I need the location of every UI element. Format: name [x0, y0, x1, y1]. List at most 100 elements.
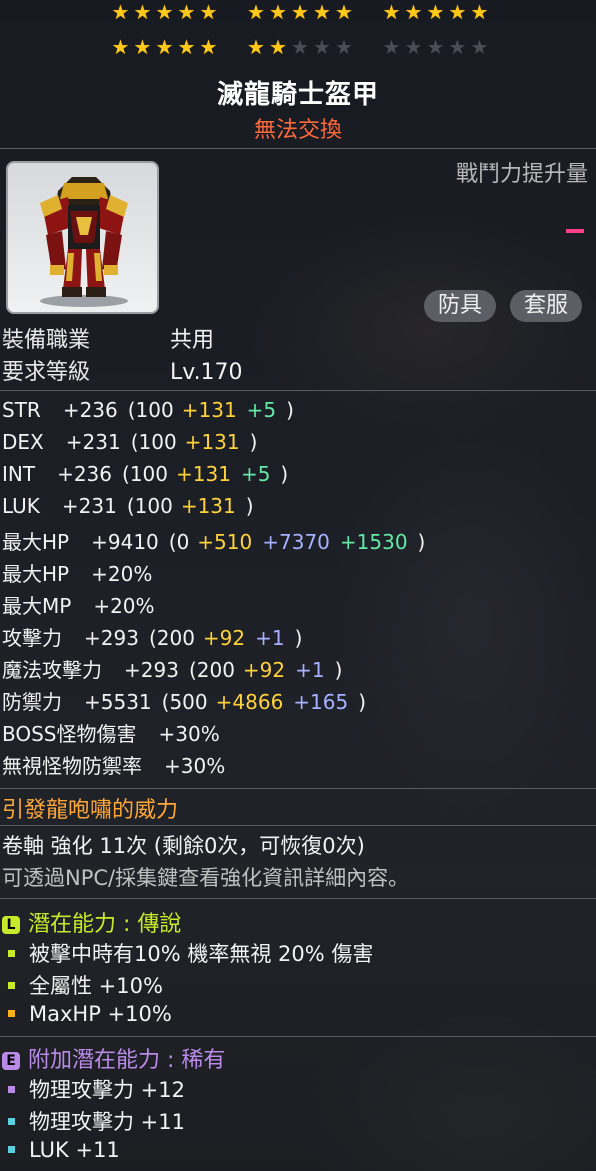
stat-bonus: +131	[184, 430, 240, 454]
stat-total: +231	[61, 494, 117, 518]
stat-bonus: +510	[197, 530, 253, 554]
stat-row: 防禦力 +5531 (500 +4866 +165)	[2, 686, 366, 715]
stat-total: +236	[57, 462, 113, 486]
potential-line: 物理攻擊力 +12	[2, 1074, 185, 1104]
stat-total: +9410	[91, 530, 159, 554]
star-filled-icon: ★	[133, 35, 152, 59]
star-group: ★ ★ ★ ★ ★	[246, 2, 355, 22]
star-empty-icon: ★	[404, 35, 423, 59]
stat-total: +293	[84, 626, 139, 650]
star-filled-icon: ★	[155, 35, 174, 59]
star-filled-icon: ★	[448, 0, 467, 24]
divider	[0, 788, 596, 789]
star-filled-icon: ★	[199, 35, 218, 59]
stat-row: STR +236 (100 +131 +5)	[2, 398, 294, 422]
armor-icon	[40, 177, 128, 307]
star-empty-icon: ★	[382, 35, 401, 59]
stat-name: INT	[2, 462, 36, 486]
stat-upgrade: +7370	[262, 530, 330, 554]
required-job: 裝備職業 共用	[2, 322, 214, 354]
stat-bonus: +4866	[215, 690, 284, 714]
stat-row: 魔法攻擊力 +293 (200 +92 +1)	[2, 654, 342, 683]
item-name: 滅龍騎士盔甲	[216, 80, 379, 110]
stat-name: 最大HP	[2, 530, 70, 554]
stat-row: 最大HP +9410 (0 +510 +7370 +1530)	[2, 526, 425, 555]
stat-row: 最大HP +20%	[2, 558, 162, 587]
additional-potential-header: E 附加潛在能力 : 稀有	[2, 1042, 225, 1074]
stat-close: )	[334, 658, 343, 682]
star-filled-icon: ★	[111, 0, 130, 24]
stat-total: +5531	[84, 690, 152, 714]
potential-line: 被擊中時有10% 機率無視 20% 傷害	[2, 938, 373, 968]
stat-close: )	[417, 530, 426, 554]
stat-star: +5	[240, 462, 271, 486]
bullet-icon	[8, 1086, 15, 1093]
star-filled-icon: ★	[313, 0, 331, 24]
star-filled-icon: ★	[269, 0, 287, 24]
stat-total: +30%	[158, 722, 220, 746]
potential-line-text: 被擊中時有10% 機率無視 20% 傷害	[29, 942, 374, 966]
star-empty-icon: ★	[448, 35, 467, 59]
stat-total: +30%	[164, 754, 226, 778]
star-filled-icon: ★	[111, 35, 130, 59]
stat-upgrade: +165	[293, 690, 349, 714]
stat-bonus: +131	[180, 494, 236, 518]
required-level-value: Lv.170	[170, 360, 243, 385]
stat-total: +236	[62, 398, 118, 422]
stat-row: INT +236 (100 +131 +5)	[2, 462, 288, 486]
stat-name: 最大HP	[2, 562, 70, 586]
legendary-grade-icon: L	[2, 916, 20, 934]
stat-total: +20%	[93, 594, 155, 618]
bullet-icon	[8, 1146, 15, 1153]
star-group: ★ ★ ★ ★ ★	[110, 37, 219, 57]
additional-potential-title: 附加潛在能力 : 稀有	[28, 1048, 226, 1073]
star-filled-icon: ★	[155, 0, 174, 24]
potential-line-text: 全屬性 +10%	[29, 974, 163, 998]
star-filled-icon: ★	[133, 0, 152, 24]
star-filled-icon: ★	[470, 0, 489, 24]
star-filled-icon: ★	[199, 0, 218, 24]
star-filled-icon: ★	[177, 0, 196, 24]
stat-close: )	[249, 430, 258, 454]
divider	[0, 1036, 596, 1037]
stat-name: 無視怪物防禦率	[2, 754, 142, 778]
stat-bonus: +92	[202, 626, 246, 650]
stat-name: STR	[2, 398, 41, 422]
power-increase-value	[566, 229, 584, 233]
stat-name: 防禦力	[2, 690, 62, 714]
stat-base: (200	[148, 626, 195, 650]
stat-base: (100	[127, 398, 174, 422]
stat-base: (100	[130, 430, 177, 454]
stat-base: (500	[161, 690, 208, 714]
stat-bonus: +131	[176, 462, 231, 486]
stat-name: DEX	[2, 430, 44, 454]
potential-line: 全屬性 +10%	[2, 970, 163, 1000]
tag-armor: 防具	[424, 290, 497, 322]
stat-close: )	[286, 398, 294, 422]
enhance-hint: 可透過NPC/採集鍵查看強化資訊詳細內容。	[2, 866, 410, 890]
divider	[0, 390, 596, 391]
stat-base: (100	[126, 494, 173, 518]
stat-close: )	[294, 626, 303, 650]
potential-line-text: LUK +11	[29, 1138, 120, 1162]
potential-line-text: MaxHP +10%	[29, 1002, 172, 1026]
star-filled-icon: ★	[269, 35, 287, 59]
stat-total: +293	[124, 658, 179, 682]
stat-bonus: +131	[181, 398, 237, 422]
star-group: ★ ★ ★ ★ ★	[110, 2, 219, 22]
star-force-row-2: ★ ★ ★ ★ ★ ★ ★ ★ ★ ★ ★ ★ ★ ★ ★	[110, 37, 490, 57]
stat-name: 魔法攻擊力	[2, 658, 102, 682]
stat-close: )	[358, 690, 367, 714]
stat-upgrade: +1	[295, 658, 325, 682]
trade-status: 無法交換	[253, 118, 342, 143]
required-job-value: 共用	[170, 328, 215, 353]
stat-name: 攻擊力	[2, 626, 62, 650]
divider	[0, 148, 596, 149]
tag-outfit: 套服	[510, 290, 583, 322]
star-empty-icon: ★	[291, 35, 309, 59]
divider	[0, 825, 596, 826]
stat-name: BOSS怪物傷害	[2, 722, 137, 746]
potential-header: L 潛在能力 : 傳說	[2, 906, 181, 938]
required-level-label: 要求等級	[2, 360, 91, 385]
stat-base: (200	[188, 658, 235, 682]
